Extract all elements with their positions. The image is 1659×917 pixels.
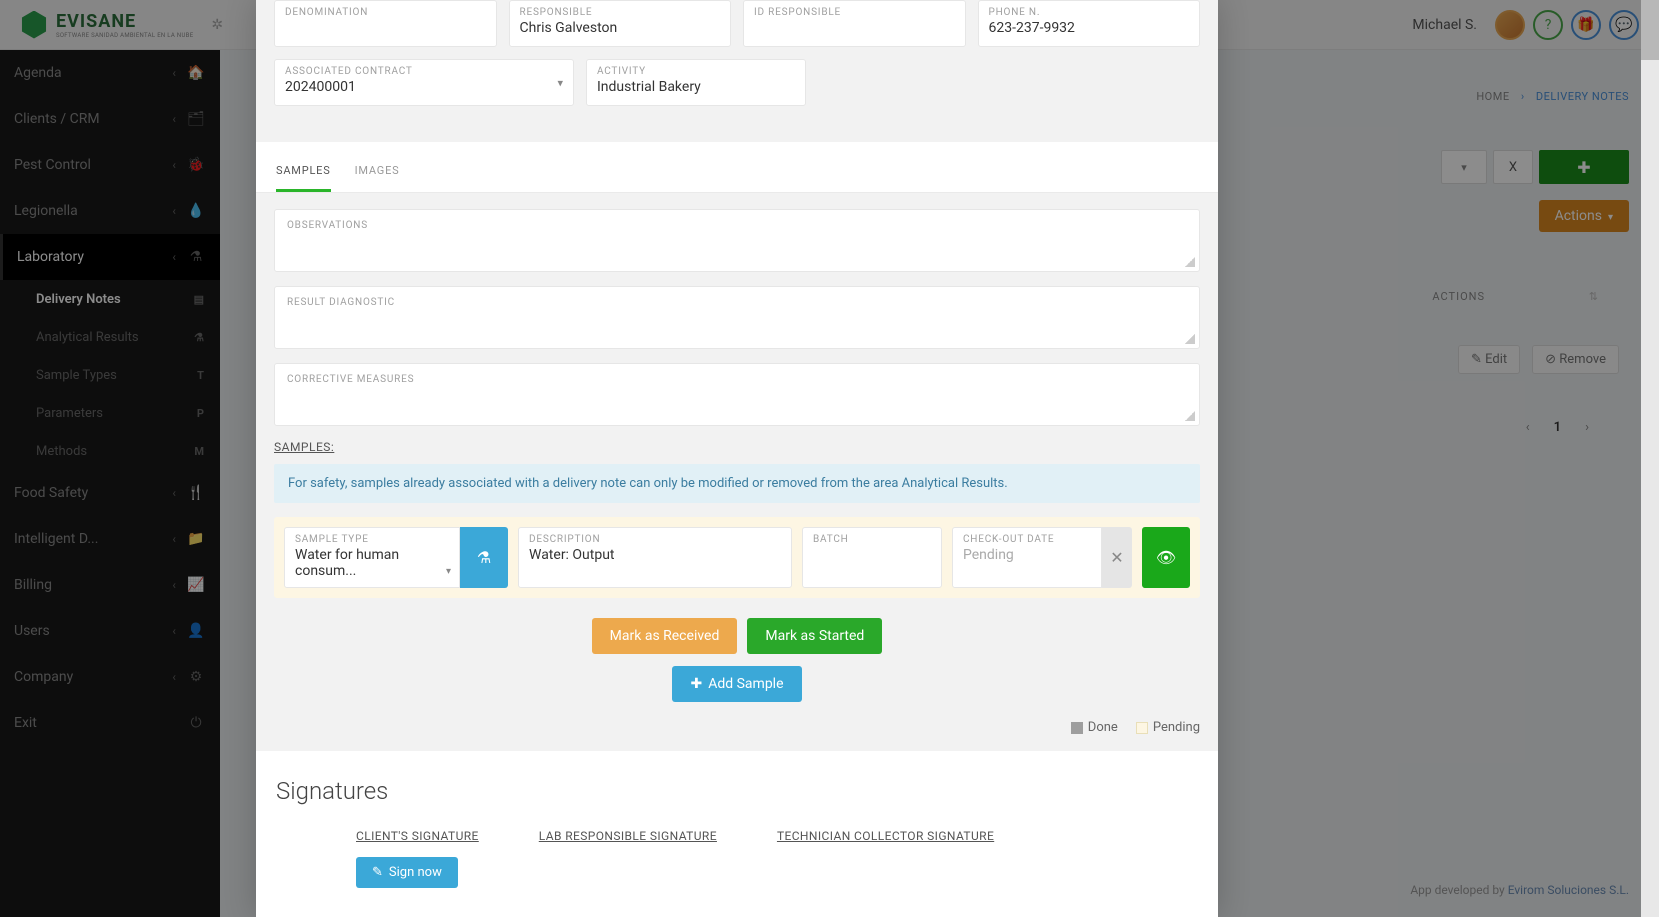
mark-started-button[interactable]: Mark as Started	[747, 618, 882, 654]
sign-now-button[interactable]: ✎Sign now	[356, 857, 458, 888]
id-responsible-field[interactable]: ID RESPONSIBLE	[743, 0, 966, 47]
sample-batch-field[interactable]: BATCH	[802, 527, 942, 588]
responsible-field[interactable]: RESPONSIBLE Chris Galveston	[509, 0, 732, 47]
result-diagnostic-textarea[interactable]: RESULT DIAGNOSTIC	[274, 286, 1200, 349]
eye-icon: 👁	[1156, 548, 1176, 567]
tab-bar: SAMPLES IMAGES	[256, 142, 1218, 193]
client-signature-header: CLIENT'S SIGNATURE	[356, 829, 479, 843]
tab-images[interactable]: IMAGES	[355, 164, 400, 192]
plus-icon: ✚	[690, 676, 702, 692]
denomination-field[interactable]: DENOMINATION	[274, 0, 497, 47]
signatures-section: Signatures CLIENT'S SIGNATURE ✎Sign now …	[256, 751, 1218, 908]
corrective-measures-textarea[interactable]: CORRECTIVE MEASURES	[274, 363, 1200, 426]
sample-row: SAMPLE TYPE Water for human consum... ▾ …	[274, 517, 1200, 598]
samples-header: SAMPLES:	[274, 440, 1200, 454]
page-scrollbar[interactable]	[1641, 0, 1659, 917]
sample-description-field[interactable]: DESCRIPTION Water: Output	[518, 527, 792, 588]
pending-swatch	[1136, 722, 1148, 734]
delivery-note-modal: DENOMINATION RESPONSIBLE Chris Galveston…	[256, 0, 1218, 917]
phone-field[interactable]: PHONE N. 623-237-9932	[978, 0, 1201, 47]
add-sample-button[interactable]: ✚Add Sample	[672, 666, 801, 702]
sample-type-select[interactable]: SAMPLE TYPE Water for human consum... ▾	[284, 527, 460, 588]
observations-textarea[interactable]: OBSERVATIONS	[274, 209, 1200, 272]
resize-handle[interactable]	[1185, 257, 1195, 267]
associated-contract-select[interactable]: ASSOCIATED CONTRACT 202400001	[274, 59, 574, 106]
done-swatch	[1071, 722, 1083, 734]
flask-icon: ⚗	[477, 548, 491, 567]
lab-signature-header: LAB RESPONSIBLE SIGNATURE	[539, 829, 717, 843]
remove-sample-button[interactable]: ✕	[1102, 527, 1132, 588]
scrollbar-thumb[interactable]	[1641, 0, 1659, 60]
signatures-title: Signatures	[276, 777, 1198, 805]
tech-signature-header: TECHNICIAN COLLECTOR SIGNATURE	[777, 829, 994, 843]
resize-handle[interactable]	[1185, 411, 1195, 421]
activity-field[interactable]: ACTIVITY Industrial Bakery	[586, 59, 806, 106]
resize-handle[interactable]	[1185, 334, 1195, 344]
tab-samples[interactable]: SAMPLES	[276, 164, 331, 192]
sample-type-icon-button[interactable]: ⚗	[460, 527, 508, 588]
legend: Done Pending	[274, 720, 1200, 735]
view-sample-button[interactable]: 👁	[1142, 527, 1190, 588]
chevron-down-icon: ▾	[446, 566, 451, 577]
mark-received-button[interactable]: Mark as Received	[592, 618, 738, 654]
checkout-date-field[interactable]: CHECK-OUT DATE Pending	[952, 527, 1102, 588]
pencil-icon: ✎	[372, 865, 383, 880]
close-icon: ✕	[1110, 548, 1123, 567]
info-banner: For safety, samples already associated w…	[274, 464, 1200, 503]
